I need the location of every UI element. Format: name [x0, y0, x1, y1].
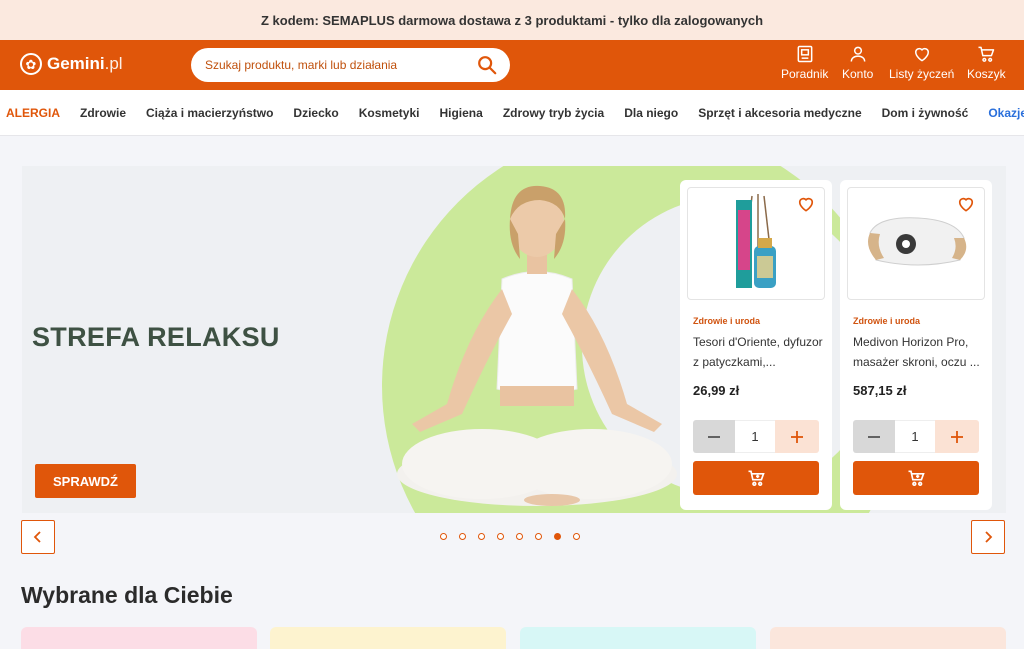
search-box: [191, 48, 510, 82]
category-tile[interactable]: [520, 627, 756, 649]
cart-icon: [978, 46, 995, 62]
nav-konto[interactable]: Konto: [842, 44, 873, 81]
nav-listy-zyczen[interactable]: Listy życzeń: [889, 44, 954, 81]
category-higiena[interactable]: Higiena: [429, 106, 492, 120]
carousel-dot[interactable]: [535, 533, 542, 540]
category-zdrowy-tryb[interactable]: Zdrowy tryb życia: [493, 106, 614, 120]
nav-label: Konto: [842, 67, 874, 81]
chevron-left-icon: [33, 531, 41, 543]
category-zdrowie[interactable]: Zdrowie: [70, 106, 136, 120]
product-name[interactable]: Medivon Horizon Pro, masażer skroni, ocz…: [853, 332, 983, 372]
category-ciaza[interactable]: Ciąża i macierzyństwo: [136, 106, 283, 120]
search-icon[interactable]: [476, 54, 498, 76]
heart-icon: [914, 47, 929, 62]
nav-koszyk[interactable]: Koszyk: [967, 44, 1006, 81]
category-dla-niego[interactable]: Dla niego: [614, 106, 688, 120]
cart-icon: [748, 470, 765, 486]
quantity-increase-button[interactable]: [775, 420, 819, 453]
category-tile[interactable]: [770, 627, 1006, 649]
category-dziecko[interactable]: Dziecko: [283, 106, 348, 120]
product-card[interactable]: Zdrowie i uroda Tesori d'Oriente, dyfuzo…: [680, 180, 832, 510]
product-category[interactable]: Zdrowie i uroda: [853, 316, 920, 326]
category-alergia[interactable]: ALERGIA: [0, 106, 70, 120]
book-icon: [797, 45, 813, 63]
minus-icon: [868, 435, 880, 438]
carousel-dot[interactable]: [573, 533, 580, 540]
category-tile[interactable]: [21, 627, 257, 649]
logo-name: Gemini: [47, 54, 105, 73]
promo-bar: Z kodem: SEMAPLUS darmowa dostawa z 3 pr…: [0, 0, 1024, 40]
carousel-next-button[interactable]: [971, 520, 1005, 554]
nav-label: Listy życzeń: [889, 67, 955, 81]
banner-cta-button[interactable]: SPRAWDŹ: [35, 464, 136, 498]
product-price: 26,99 zł: [693, 383, 740, 398]
product-price: 587,15 zł: [853, 383, 907, 398]
carousel-prev-button[interactable]: [21, 520, 55, 554]
product-name[interactable]: Tesori d'Oriente, dyfuzor z patyczkami,.…: [693, 332, 823, 372]
add-to-cart-button[interactable]: [853, 461, 979, 495]
carousel-dot[interactable]: [440, 533, 447, 540]
banner-title: STREFA RELAKSU: [32, 322, 280, 352]
nav-label: Poradnik: [781, 67, 829, 81]
header: ✿ Gemini.pl Poradnik Konto Listy życzeń …: [0, 40, 1024, 90]
category-kosmetyki[interactable]: Kosmetyki: [349, 106, 430, 120]
logo-suffix: .pl: [104, 54, 123, 73]
nav-poradnik[interactable]: Poradnik: [781, 44, 828, 81]
carousel-dot[interactable]: [554, 533, 561, 540]
carousel-dot[interactable]: [478, 533, 485, 540]
carousel-dot[interactable]: [459, 533, 466, 540]
quantity-stepper: 1: [693, 420, 819, 453]
quantity-decrease-button[interactable]: [853, 420, 895, 453]
search-input[interactable]: [205, 58, 465, 72]
wishlist-heart-icon[interactable]: [796, 194, 816, 214]
carousel-dot[interactable]: [497, 533, 504, 540]
logo-flower-icon: ✿: [20, 53, 42, 75]
cart-icon: [908, 470, 925, 486]
nav-label: Koszyk: [967, 67, 1006, 81]
plus-icon: [951, 430, 963, 443]
category-sprzet[interactable]: Sprzęt i akcesoria medyczne: [688, 106, 871, 120]
quantity-increase-button[interactable]: [935, 420, 979, 453]
quantity-value[interactable]: 1: [895, 420, 935, 453]
meditating-woman-image: [397, 185, 677, 506]
user-icon: [850, 46, 866, 62]
product-category[interactable]: Zdrowie i uroda: [693, 316, 760, 326]
chevron-right-icon: [985, 531, 993, 543]
category-okazje[interactable]: Okazje: [978, 106, 1024, 120]
category-tile[interactable]: [270, 627, 506, 649]
promo-text: Z kodem: SEMAPLUS darmowa dostawa z 3 pr…: [260, 12, 764, 28]
category-bar: ALERGIA Zdrowie Ciąża i macierzyństwo Dz…: [0, 90, 1024, 136]
quantity-value[interactable]: 1: [735, 420, 775, 453]
add-to-cart-button[interactable]: [693, 461, 819, 495]
section-title: Wybrane dla Ciebie: [21, 582, 233, 608]
category-dom[interactable]: Dom i żywność: [872, 106, 979, 120]
wishlist-heart-icon[interactable]: [956, 194, 976, 214]
product-image[interactable]: [847, 187, 985, 300]
plus-icon: [791, 430, 803, 443]
product-image[interactable]: [687, 187, 825, 300]
quantity-decrease-button[interactable]: [693, 420, 735, 453]
carousel-dot[interactable]: [516, 533, 523, 540]
logo[interactable]: ✿ Gemini.pl: [20, 53, 123, 75]
quantity-stepper: 1: [853, 420, 979, 453]
minus-icon: [708, 435, 720, 438]
carousel-dots: [440, 533, 592, 540]
product-card[interactable]: Zdrowie i uroda Medivon Horizon Pro, mas…: [840, 180, 992, 510]
